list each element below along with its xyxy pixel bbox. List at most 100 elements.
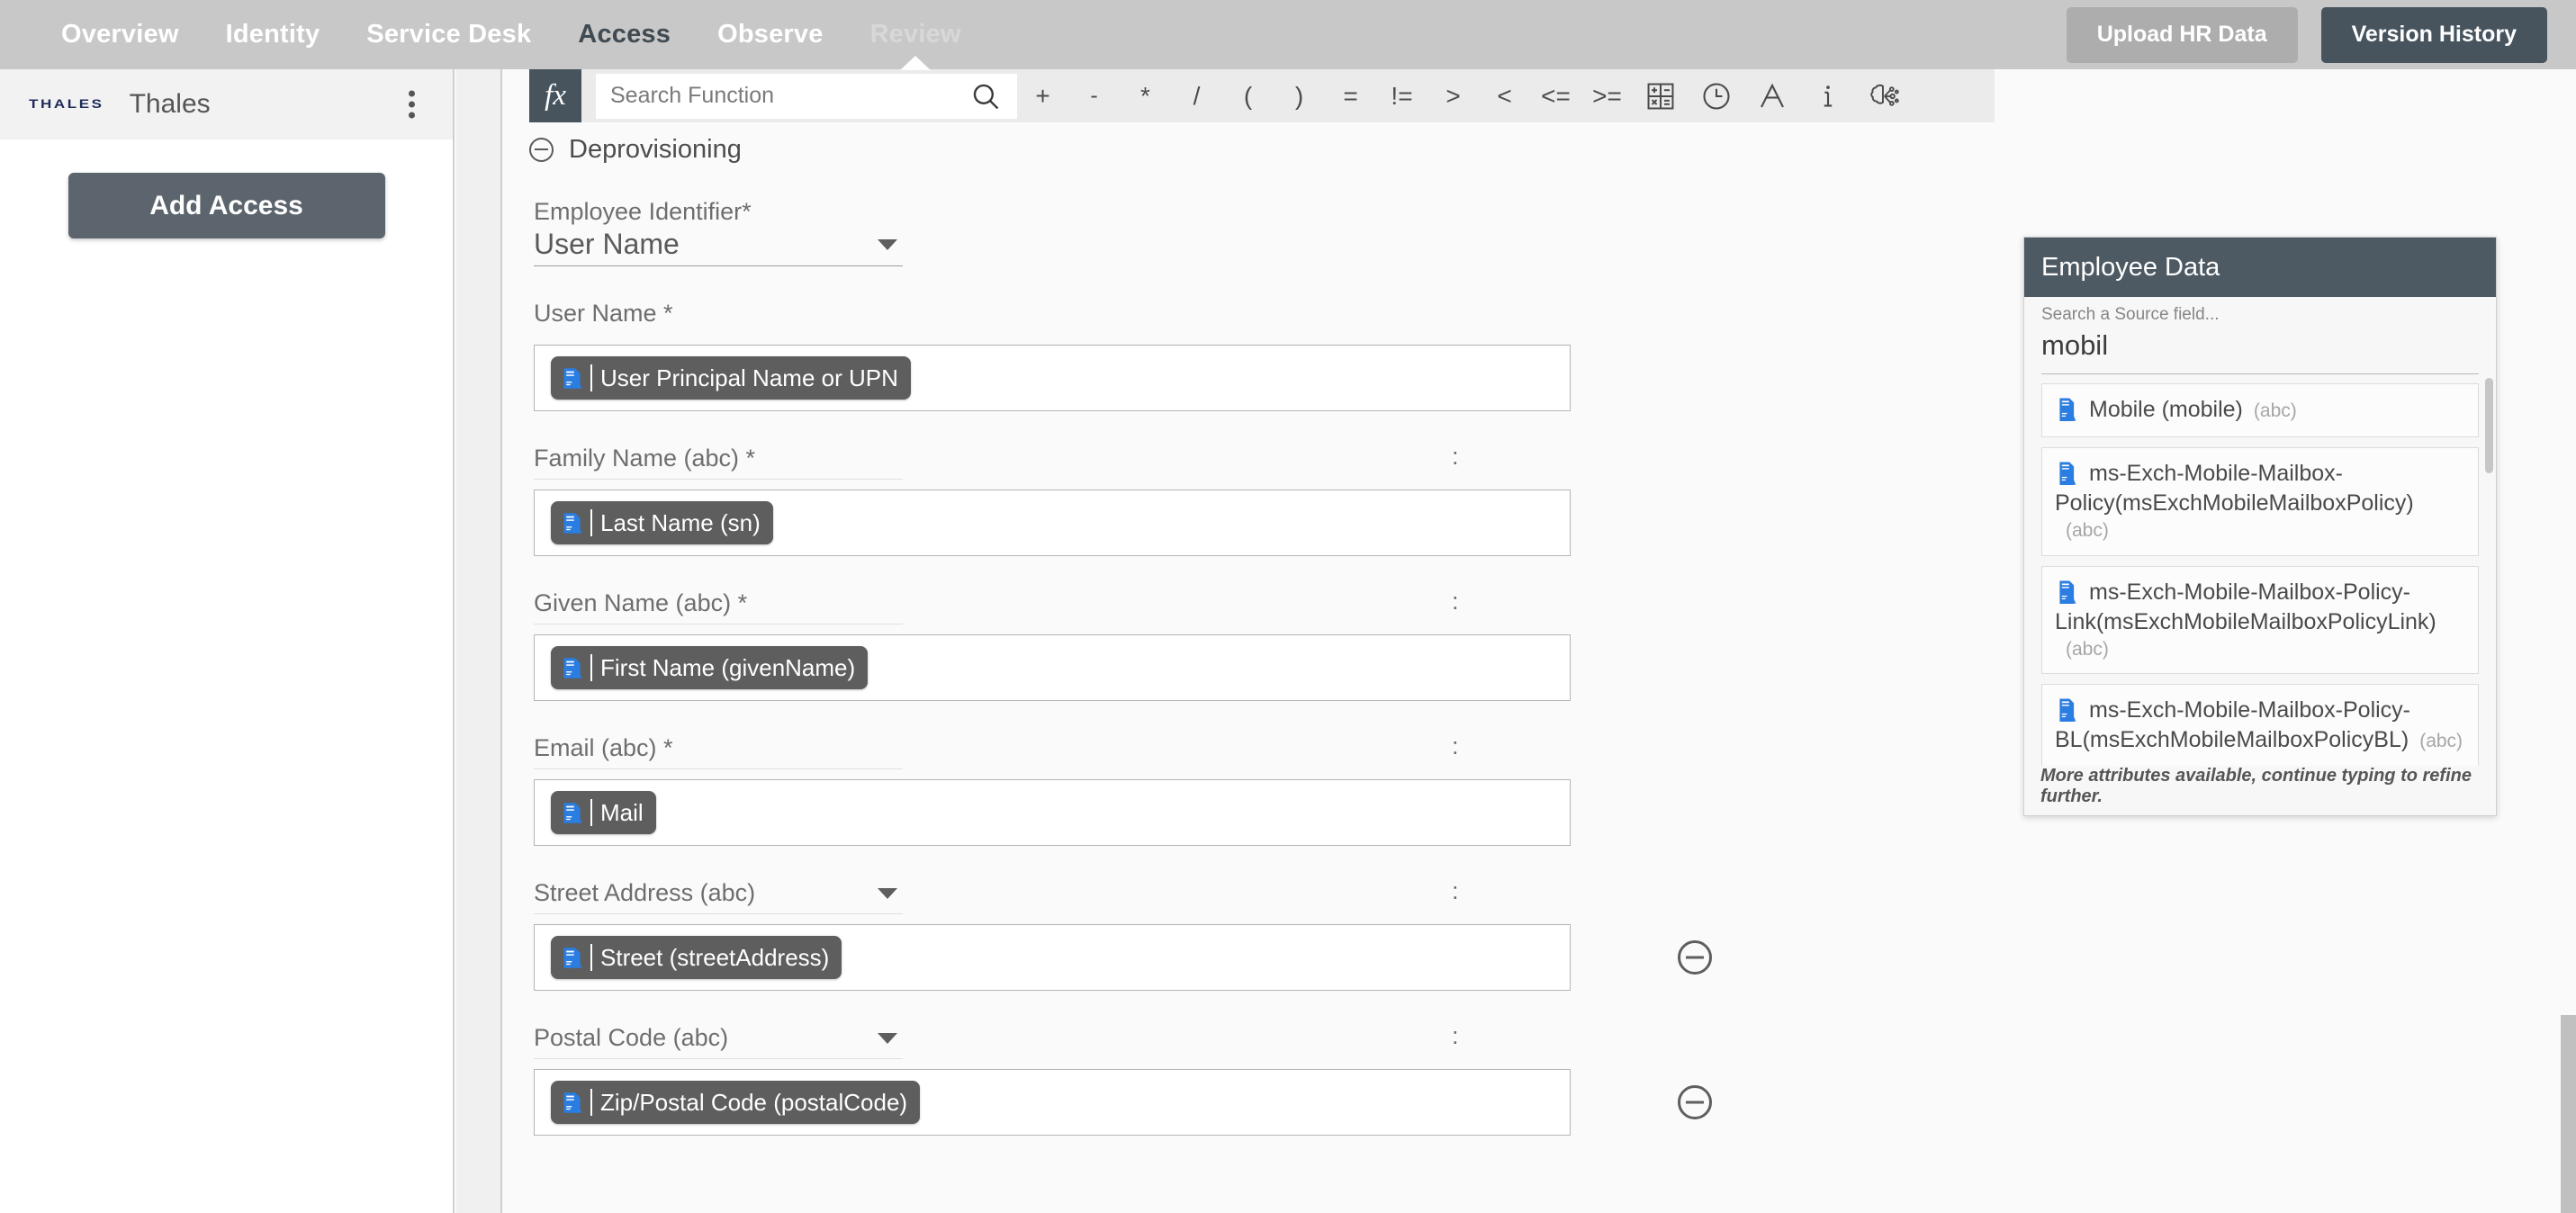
source-attribute-icon — [2055, 460, 2078, 487]
chip-divider — [590, 364, 592, 391]
panel-scrollbar-thumb[interactable] — [2485, 378, 2493, 473]
chip-label: Street (streetAddress) — [600, 943, 830, 971]
panel-footer-note: More attributes available, continue typi… — [2024, 766, 2496, 815]
street-address-input[interactable]: Street (streetAddress) — [534, 924, 1712, 991]
street-address-label-row: Street Address (abc) : — [534, 867, 2517, 914]
operator-not-equals[interactable]: != — [1376, 82, 1428, 111]
search-function-field[interactable] — [596, 73, 1017, 119]
family-name-label: Family Name (abc) * — [534, 445, 756, 472]
info-icon[interactable] — [1800, 81, 1856, 112]
chip-divider — [590, 509, 592, 536]
attribute-chip[interactable]: Last Name (sn) — [551, 501, 773, 544]
attribute-chip[interactable]: User Principal Name or UPN — [551, 356, 911, 400]
nav-item-service-desk[interactable]: Service Desk — [343, 0, 554, 69]
attribute-chip[interactable]: Mail — [551, 791, 656, 834]
math-operations-icon[interactable] — [1633, 81, 1689, 112]
employee-data-panel: Employee Data Search a Source field... m… — [2023, 237, 2497, 816]
given-name-colon: : — [1452, 588, 1459, 615]
operator-open-paren[interactable]: ( — [1222, 82, 1274, 111]
user-name-input[interactable]: User Principal Name or UPN — [534, 345, 1571, 411]
source-attribute-icon — [560, 946, 584, 970]
employee-data-header: Employee Data — [2024, 238, 2496, 297]
list-item-type: (abc) — [2253, 400, 2297, 421]
collapse-minus-icon[interactable] — [529, 137, 554, 162]
chevron-down-icon[interactable] — [878, 888, 897, 899]
chip-divider — [590, 1089, 592, 1116]
list-item-name: ms-Exch-Mobile-Mailbox-Policy-BL(msExchM… — [2055, 697, 2411, 753]
add-access-button[interactable]: Add Access — [68, 173, 385, 238]
chip-label: Zip/Postal Code (postalCode) — [600, 1088, 908, 1116]
source-field-search[interactable]: Search a Source field... mobil — [2024, 297, 2496, 374]
operator-greater-or-equal[interactable]: >= — [1581, 82, 1633, 111]
operator-equals[interactable]: = — [1325, 82, 1376, 111]
operator-divide[interactable]: / — [1171, 82, 1222, 111]
postal-code-input[interactable]: Zip/Postal Code (postalCode) — [534, 1069, 1712, 1136]
street-address-colon: : — [1452, 877, 1459, 904]
given-name-input[interactable]: First Name (givenName) — [534, 634, 1571, 701]
attribute-chip[interactable]: Zip/Postal Code (postalCode) — [551, 1081, 921, 1124]
chip-label: Last Name (sn) — [600, 508, 761, 536]
operator-minus[interactable]: - — [1068, 83, 1120, 109]
sidebar-header: THALES Thales — [0, 69, 453, 139]
postal-code-underline — [534, 1058, 903, 1059]
source-field-search-placeholder: Search a Source field... — [2041, 305, 2220, 324]
remove-field-button[interactable] — [1678, 940, 1712, 975]
list-item[interactable]: ms-Exch-Mobile-Mailbox-Policy(msExchMobi… — [2041, 447, 2479, 556]
chip-divider — [590, 654, 592, 681]
family-name-input[interactable]: Last Name (sn) — [534, 490, 1571, 556]
postal-code-label: Postal Code (abc) — [534, 1024, 729, 1051]
employee-data-title: Employee Data — [2041, 252, 2220, 282]
chevron-down-icon[interactable] — [878, 1033, 897, 1044]
nav-item-access[interactable]: Access — [554, 0, 694, 69]
nav-item-observe[interactable]: Observe — [694, 0, 846, 69]
source-attribute-icon — [560, 801, 584, 825]
list-item-type: (abc) — [2066, 520, 2109, 541]
list-item-name: ms-Exch-Mobile-Mailbox-Policy-Link(msExc… — [2055, 579, 2436, 634]
section-header-deprovisioning: Deprovisioning — [529, 126, 2517, 173]
search-function-input[interactable] — [610, 83, 970, 109]
text-format-icon[interactable] — [1744, 80, 1800, 112]
remove-field-button[interactable] — [1678, 1085, 1712, 1119]
ai-brain-icon[interactable] — [1856, 80, 1912, 112]
chevron-down-icon[interactable] — [878, 239, 897, 250]
page-scrollbar-thumb[interactable] — [2561, 1015, 2576, 1213]
source-attribute-icon — [560, 1091, 584, 1115]
source-attribute-icon — [2055, 579, 2078, 606]
fx-function-button[interactable]: fx — [529, 69, 581, 122]
source-attribute-icon — [2055, 696, 2078, 723]
list-item-type: (abc) — [2419, 731, 2463, 752]
upload-hr-data-button[interactable]: Upload HR Data — [2066, 6, 2298, 63]
function-toolbar: fx + - * / ( ) = != > < <= >= — [529, 69, 1995, 122]
list-item[interactable]: ms-Exch-Mobile-Mailbox-Policy-Link(msExc… — [2041, 565, 2479, 675]
list-item-name: ms-Exch-Mobile-Mailbox-Policy(msExchMobi… — [2055, 461, 2414, 516]
attribute-chip[interactable]: Street (streetAddress) — [551, 936, 842, 979]
top-navigation-bar: Overview Identity Service Desk Access Ob… — [0, 0, 2576, 69]
operator-close-paren[interactable]: ) — [1274, 82, 1325, 111]
source-field-search-value[interactable]: mobil — [2041, 329, 2479, 362]
clock-icon[interactable] — [1689, 80, 1744, 112]
search-icon[interactable] — [970, 81, 1001, 112]
email-input[interactable]: Mail — [534, 779, 1571, 846]
thales-logo: THALES — [29, 97, 104, 112]
operator-less-or-equal[interactable]: <= — [1530, 82, 1581, 111]
list-item[interactable]: Mobile (mobile) (abc) — [2041, 383, 2479, 437]
section-title: Deprovisioning — [569, 134, 742, 164]
kebab-menu-icon[interactable] — [405, 87, 419, 122]
toolbar-pointer-caret — [900, 56, 931, 70]
field-street-address: Street Address (abc) : Street (streetAdd… — [534, 867, 2517, 991]
list-item[interactable]: ms-Exch-Mobile-Mailbox-Policy-BL(msExchM… — [2041, 684, 2479, 768]
postal-code-label-row: Postal Code (abc) : — [534, 1012, 2517, 1059]
given-name-label: Given Name (abc) * — [534, 589, 748, 616]
field-postal-code: Postal Code (abc) : Zip/Postal Code (pos… — [534, 1012, 2517, 1136]
nav-item-identity[interactable]: Identity — [203, 0, 344, 69]
operator-less-than[interactable]: < — [1479, 82, 1530, 111]
version-history-button[interactable]: Version History — [2320, 6, 2547, 63]
nav-actions: Upload HR Data Version History — [2066, 6, 2547, 63]
family-name-colon: : — [1452, 443, 1459, 470]
operator-multiply[interactable]: * — [1120, 82, 1171, 111]
operator-plus[interactable]: + — [1017, 82, 1068, 111]
nav-item-overview[interactable]: Overview — [38, 0, 203, 69]
chip-label: First Name (givenName) — [600, 653, 856, 681]
attribute-chip[interactable]: First Name (givenName) — [551, 646, 869, 689]
operator-greater-than[interactable]: > — [1428, 82, 1479, 111]
